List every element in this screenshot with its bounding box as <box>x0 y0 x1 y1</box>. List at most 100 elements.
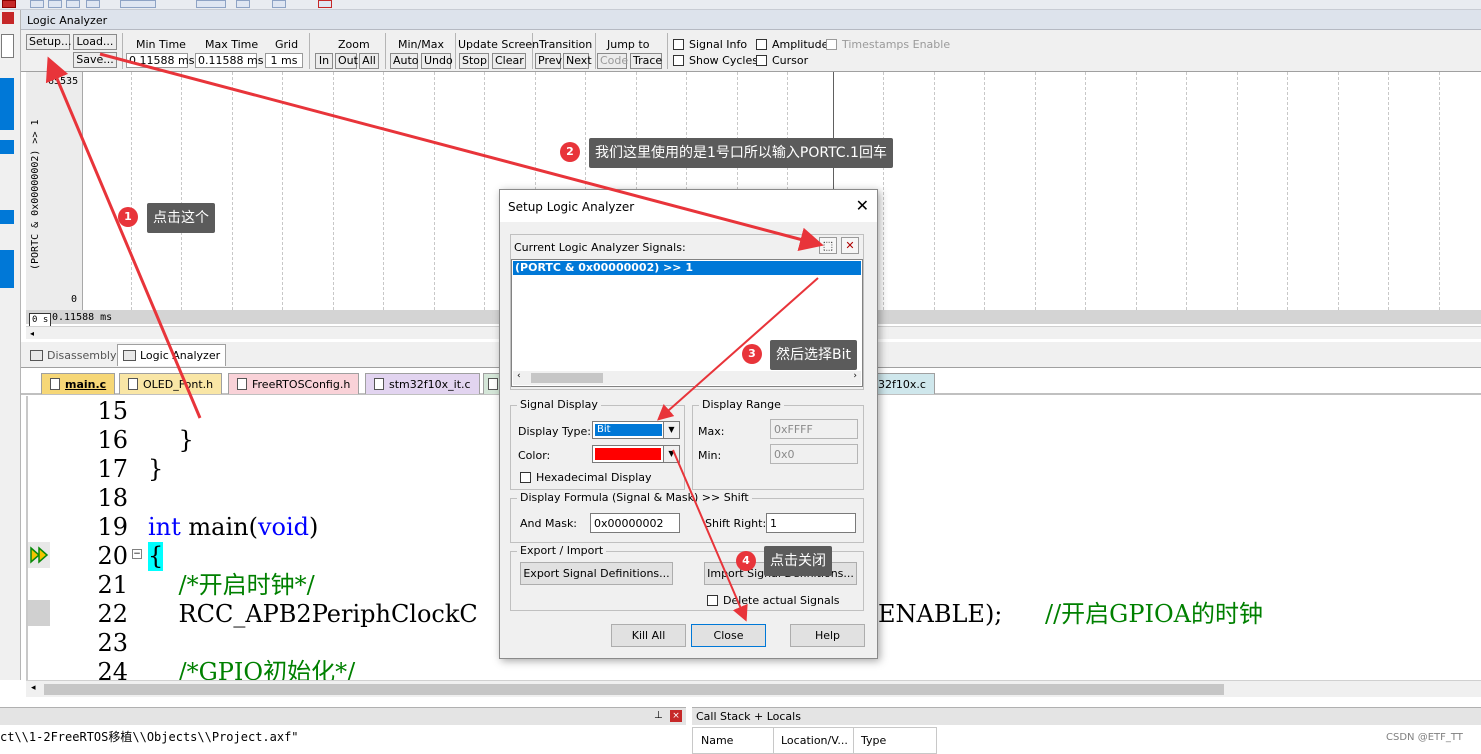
display-type-select[interactable]: Bit ▼ <box>592 421 680 439</box>
clear-button[interactable]: Clear <box>492 53 526 69</box>
annotation-badge: 2 <box>560 142 580 162</box>
list-scrollbar[interactable]: ‹ › <box>513 371 861 385</box>
column-type[interactable]: Type <box>861 734 886 747</box>
separator <box>532 33 533 69</box>
tree-selection[interactable] <box>0 250 14 288</box>
setup-button[interactable]: Setup... <box>26 34 72 50</box>
trace-button[interactable]: Trace <box>630 53 662 69</box>
close-icon[interactable] <box>2 0 16 8</box>
y-max-label: 65535 <box>48 76 79 87</box>
save-button[interactable]: Save... <box>73 52 117 68</box>
toolbar-icon[interactable] <box>318 0 332 8</box>
toolbar-icon[interactable] <box>272 0 286 8</box>
column-name[interactable]: Name <box>701 734 733 747</box>
tab-stm32f10x-it[interactable]: stm32f10x_it.c <box>365 373 480 394</box>
separator <box>385 33 386 69</box>
annotation-badge: 4 <box>736 551 756 571</box>
tree-selection[interactable] <box>0 78 14 130</box>
file-icon <box>237 378 247 390</box>
tab-oled-font[interactable]: OLED_Font.h <box>119 373 223 394</box>
time-origin-box: 0 s <box>29 313 52 327</box>
prev-button[interactable]: Prev <box>535 53 562 69</box>
undo-button[interactable]: Undo <box>421 53 453 69</box>
show-cycles-checkbox[interactable]: Show Cycles <box>673 54 758 67</box>
delete-signal-icon[interactable]: ✕ <box>841 237 859 254</box>
tab-freertosconfig[interactable]: FreeRTOSConfig.h <box>228 373 360 394</box>
close-icon[interactable]: × <box>670 710 682 722</box>
main-toolbar-strip <box>0 0 1481 10</box>
min-time-label: Min Time <box>136 38 186 51</box>
shift-right-input[interactable]: 1 <box>766 513 856 533</box>
toolbar-icon[interactable] <box>66 0 80 8</box>
toolbar-icon[interactable] <box>236 0 250 8</box>
new-signal-icon[interactable]: ⬚ <box>819 237 837 254</box>
max-time-value: 0.11588 ms <box>195 53 263 68</box>
load-button[interactable]: Load... <box>73 34 117 50</box>
max-label: Max: <box>698 425 725 438</box>
max-input[interactable]: 0xFFFF <box>770 419 858 439</box>
toolbar-icon[interactable] <box>48 0 62 8</box>
stop-button[interactable]: Stop <box>459 53 489 69</box>
file-icon <box>488 378 498 390</box>
tree-selection[interactable] <box>0 210 14 224</box>
close-icon[interactable]: ✕ <box>856 196 869 215</box>
signal-name[interactable]: (PORTC & 0x00000002) >> 1 <box>30 119 48 270</box>
column-location[interactable]: Location/V... <box>781 734 848 747</box>
next-button[interactable]: Next <box>563 53 592 69</box>
project-panel <box>0 10 21 680</box>
annotation-tip: 点击这个 <box>147 203 215 233</box>
toolbar-icon[interactable] <box>196 0 226 8</box>
export-signal-definitions-button[interactable]: Export Signal Definitions... <box>520 562 673 585</box>
update-screen-label: Update Screen <box>458 38 540 51</box>
close-icon[interactable] <box>2 12 14 24</box>
zoom-in-button[interactable]: In <box>315 53 333 69</box>
editor-scrollbar[interactable]: ◂ <box>26 680 1481 697</box>
help-button[interactable]: Help <box>790 624 865 647</box>
y-min-label: 0 <box>71 294 78 305</box>
toolbar-icon[interactable] <box>120 0 156 8</box>
close-button[interactable]: Close <box>691 624 766 647</box>
pin-icon[interactable]: ⊥ <box>654 710 663 721</box>
kill-all-button[interactable]: Kill All <box>611 624 686 647</box>
scroll-left-icon[interactable]: ◂ <box>31 683 36 693</box>
annotation-tip: 我们这里使用的是1号口所以输入PORTC.1回车 <box>589 138 893 168</box>
tab-disassembly[interactable]: Disassembly <box>25 344 122 366</box>
panel-button[interactable] <box>1 34 14 58</box>
tree-selection[interactable] <box>0 140 14 154</box>
cursor-checkbox[interactable]: Cursor <box>756 54 808 67</box>
call-stack-title: Call Stack + Locals <box>692 707 1481 725</box>
time-readout: 0.11588 ms <box>52 312 113 323</box>
signal-info-checkbox[interactable]: Signal Info <box>673 38 747 51</box>
and-mask-label: And Mask: <box>520 517 578 530</box>
toolbar-icon[interactable] <box>86 0 100 8</box>
timestamps-checkbox[interactable]: Timestamps Enable <box>826 38 950 51</box>
min-time-value: 0.11588 ms <box>126 53 194 68</box>
min-label: Min: <box>698 449 722 462</box>
zoom-out-button[interactable]: Out <box>335 53 358 69</box>
hex-display-checkbox[interactable]: Hexadecimal Display <box>520 471 652 484</box>
toolbar-icon[interactable] <box>30 0 44 8</box>
amplitude-checkbox[interactable]: Amplitude <box>756 38 828 51</box>
jump-to-label: Jump to <box>607 38 650 51</box>
tab-system-stm32f10x[interactable]: 32f10x.c <box>869 373 935 394</box>
scroll-left-icon[interactable]: ◂ <box>30 329 34 338</box>
disassembly-icon <box>30 349 43 361</box>
color-swatch <box>595 448 661 460</box>
list-item[interactable]: (PORTC & 0x00000002) >> 1 <box>513 261 861 275</box>
separator <box>309 33 310 69</box>
color-picker[interactable]: ▼ <box>592 445 680 463</box>
tab-logic-analyzer[interactable]: Logic Analyzer <box>117 344 227 366</box>
zoom-all-button[interactable]: All <box>359 53 379 69</box>
min-input[interactable]: 0x0 <box>770 444 858 464</box>
grid-value: 1 ms <box>265 53 303 68</box>
scroll-thumb[interactable] <box>44 684 1224 695</box>
and-mask-input[interactable]: 0x00000002 <box>590 513 680 533</box>
tab-main-c[interactable]: main.c <box>41 373 116 394</box>
code-button[interactable]: Code <box>597 53 628 69</box>
code-line: 24 /*GPIO初始化*/ <box>97 658 356 680</box>
grid-label: Grid <box>275 38 299 51</box>
auto-button[interactable]: Auto <box>390 53 419 69</box>
delete-actual-signals-checkbox[interactable]: Delete actual Signals <box>707 594 840 607</box>
annotation-badge: 1 <box>118 207 138 227</box>
setup-logic-analyzer-dialog: Setup Logic Analyzer ✕ Current Logic Ana… <box>499 189 878 659</box>
